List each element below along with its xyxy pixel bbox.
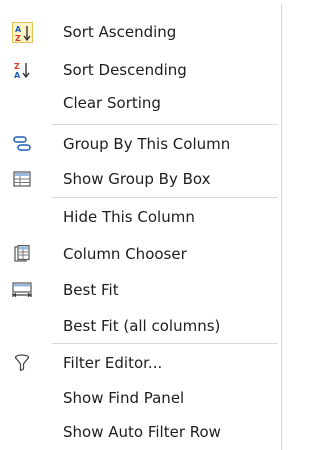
menu-item-label: Show Auto Filter Row: [63, 423, 221, 441]
sort-descending-icon: Z A: [12, 60, 32, 80]
best-fit-icon: [12, 280, 32, 300]
menu-separator: [52, 343, 278, 344]
menu-item-column-chooser[interactable]: Column Chooser: [0, 238, 282, 270]
menu-separator: [52, 124, 278, 125]
group-by-box-icon: [12, 169, 32, 189]
menu-item-label: Group By This Column: [63, 135, 231, 153]
menu-item-show-auto-filter-row[interactable]: Show Auto Filter Row: [0, 416, 282, 448]
svg-text:Z: Z: [14, 62, 20, 71]
menu-item-hide-column[interactable]: Hide This Column: [0, 201, 282, 233]
menu-item-best-fit[interactable]: Best Fit: [0, 274, 282, 306]
menu-item-group-by-column[interactable]: Group By This Column: [0, 128, 282, 160]
menu-item-sort-descending[interactable]: Z A Sort Descending: [0, 54, 282, 86]
menu-item-label: Clear Sorting: [63, 94, 161, 112]
group-by-column-icon: [12, 134, 32, 154]
menu-item-label: Filter Editor...: [63, 354, 163, 372]
menu-separator: [52, 197, 278, 198]
filter-editor-icon: [12, 353, 32, 373]
menu-item-best-fit-all[interactable]: Best Fit (all columns): [0, 310, 282, 342]
menu-item-label: Sort Descending: [63, 61, 187, 79]
clipped-header-strip: [0, 0, 284, 4]
svg-text:Z: Z: [15, 34, 21, 42]
menu-item-show-group-by-box[interactable]: Show Group By Box: [0, 163, 282, 195]
column-chooser-icon: [12, 244, 32, 264]
menu-item-label: Column Chooser: [63, 245, 187, 263]
menu-item-label: Show Group By Box: [63, 170, 211, 188]
sort-ascending-icon: A Z: [12, 22, 33, 43]
column-context-menu: A Z Sort Ascending Z A Sort Descending C…: [0, 0, 284, 450]
menu-item-filter-editor[interactable]: Filter Editor...: [0, 347, 282, 379]
menu-item-sort-ascending[interactable]: A Z Sort Ascending: [0, 16, 282, 48]
menu-item-label: Sort Ascending: [63, 23, 177, 41]
menu-item-clear-sorting[interactable]: Clear Sorting: [0, 87, 282, 119]
menu-item-label: Show Find Panel: [63, 389, 185, 407]
menu-item-label: Best Fit (all columns): [63, 317, 221, 335]
svg-text:A: A: [15, 25, 22, 34]
svg-text:A: A: [14, 71, 21, 79]
menu-item-label: Hide This Column: [63, 208, 195, 226]
menu-item-show-find-panel[interactable]: Show Find Panel: [0, 382, 282, 414]
menu-item-label: Best Fit: [63, 281, 119, 299]
